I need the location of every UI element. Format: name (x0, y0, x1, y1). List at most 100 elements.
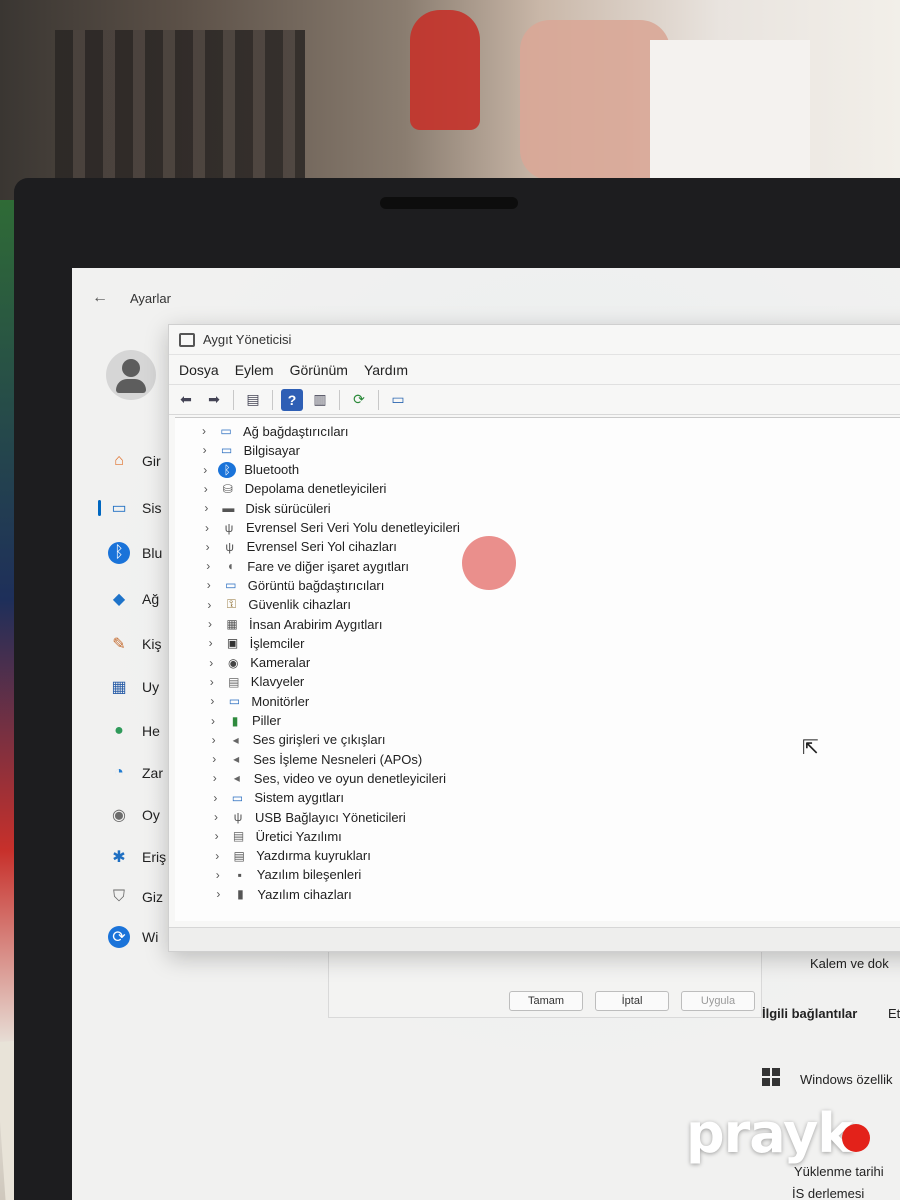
pen-link[interactable]: Kalem ve dok (810, 956, 889, 971)
device-category-label: Üretici Yazılımı (255, 828, 342, 844)
update-driver-icon[interactable]: ⟳ (348, 389, 370, 411)
device-category[interactable]: › ◂ Ses girişleri ve çıkışları (209, 731, 386, 749)
settings-title: Ayarlar (130, 290, 171, 306)
sidebar-item-system[interactable]: ▭ Sis (72, 493, 182, 523)
chevron-right-icon[interactable]: › (204, 598, 214, 612)
chevron-right-icon[interactable]: › (200, 443, 210, 457)
cancel-button[interactable]: İptal (595, 991, 669, 1011)
sidebar-item-bluetooth[interactable]: ᛒ Blu (72, 538, 182, 568)
device-category[interactable]: › ▪ Yazılım bileşenleri (213, 866, 362, 884)
device-category[interactable]: › ▭ Görüntü bağdaştırıcıları (204, 576, 385, 594)
device-category[interactable]: › ⚿ Güvenlik cihazları (204, 596, 351, 614)
properties-dialog: Tamam İptal Uygula (328, 950, 762, 1018)
chevron-right-icon[interactable]: › (207, 675, 217, 689)
device-category[interactable]: › ▮ Yazılım cihazları (213, 885, 351, 903)
back-icon[interactable]: ⬅ (175, 389, 197, 411)
sidebar-item-personalization[interactable]: ✎ Kiş (72, 629, 182, 659)
forward-icon[interactable]: ➡ (203, 389, 225, 411)
chevron-right-icon[interactable]: › (206, 636, 216, 650)
device-category[interactable]: › ▤ Klavyeler (207, 673, 304, 691)
device-category[interactable]: › ▭ Bilgisayar (200, 441, 300, 459)
device-category[interactable]: › ▬ Disk sürücüleri (201, 499, 330, 517)
sidebar-item-network[interactable]: ◆ Ağ (72, 584, 182, 614)
sidebar-item-windows-update[interactable]: ⟳ Wi (72, 922, 182, 952)
device-category[interactable]: › ⛁ Depolama denetleyicileri (201, 480, 387, 498)
device-category[interactable]: › ᛒ Bluetooth (200, 461, 299, 479)
sidebar-item-gaming[interactable]: ◉ Oy (72, 800, 182, 830)
device-category[interactable]: › ◖ Fare ve diğer işaret aygıtları (203, 557, 409, 575)
chevron-right-icon[interactable]: › (213, 868, 223, 882)
related-more[interactable]: Et (888, 1006, 900, 1021)
chevron-right-icon[interactable]: › (199, 424, 209, 438)
toolbar-divider (272, 389, 273, 410)
menu-eylem[interactable]: Eylem (235, 362, 274, 378)
chevron-right-icon[interactable]: › (205, 617, 215, 631)
chevron-right-icon[interactable]: › (209, 752, 219, 766)
sidebar-item-home[interactable]: ⌂ Gir (72, 446, 182, 476)
device-category[interactable]: › ψ USB Bağlayıcı Yöneticileri (211, 808, 406, 826)
sidebar-item-time[interactable]: ◔ Zar (72, 758, 182, 788)
chevron-right-icon[interactable]: › (212, 829, 222, 843)
chevron-right-icon[interactable]: › (206, 656, 216, 670)
menu-yardım[interactable]: Yardım (364, 362, 408, 378)
device-category[interactable]: › ◂ Ses İşleme Nesneleri (APOs) (209, 750, 422, 768)
home-icon: ⌂ (114, 452, 124, 469)
properties-icon[interactable]: ▤ (242, 389, 264, 411)
device-category-label: Evrensel Seri Veri Yolu denetleyicileri (246, 520, 460, 535)
help-icon[interactable]: ? (281, 388, 303, 411)
device-icon: ▭ (231, 790, 244, 805)
laptop-screen: ← Ayarlar ⌂ Gir ▭ Sis ᛒ Blu ◆ Ağ ✎ Kiş ▦ Uy ● He ◔ Zar ◉… (72, 268, 900, 1200)
chevron-right-icon[interactable]: › (210, 791, 220, 805)
device-category[interactable]: › ▮ Piller (208, 712, 281, 730)
device-category-label: Yazılım bileşenleri (256, 867, 362, 883)
chevron-right-icon[interactable]: › (208, 714, 218, 728)
device-category-label: Sistem aygıtları (254, 790, 344, 806)
device-category-label: Kameralar (250, 655, 311, 671)
chevron-right-icon[interactable]: › (201, 482, 211, 496)
sidebar-item-accounts[interactable]: ● He (72, 716, 182, 746)
device-category[interactable]: › ψ Evrensel Seri Veri Yolu denetleyiciler… (202, 519, 460, 537)
device-category[interactable]: › ▤ Yazdırma kuyrukları (212, 847, 371, 865)
chevron-right-icon[interactable]: › (213, 887, 223, 901)
device-category-label: Depolama denetleyicileri (244, 481, 387, 497)
windows-update-icon: ⟳ (108, 926, 130, 948)
sidebar-item-privacy[interactable]: ⛉ Giz (72, 882, 182, 912)
avatar[interactable] (106, 350, 156, 400)
sidebar-item-label: Wi (142, 929, 159, 945)
chevron-right-icon[interactable]: › (211, 810, 221, 824)
device-category[interactable]: › ▣ İşlemciler (206, 634, 305, 652)
chevron-right-icon[interactable]: › (212, 849, 222, 863)
device-category[interactable]: › ▤ Üretici Yazılımı (212, 827, 342, 845)
chevron-right-icon[interactable]: › (200, 463, 210, 477)
toolbar-divider (339, 389, 340, 410)
device-category[interactable]: › ◉ Kameralar (206, 654, 310, 672)
chevron-right-icon[interactable]: › (203, 540, 213, 554)
back-arrow-icon[interactable]: ← (92, 289, 108, 307)
chevron-right-icon[interactable]: › (209, 733, 219, 747)
scan-hardware-icon[interactable]: ▭ (387, 389, 409, 411)
chevron-right-icon[interactable]: › (201, 501, 211, 515)
device-category[interactable]: › ▭ Sistem aygıtları (210, 789, 344, 807)
view-icon[interactable]: ▥ (309, 389, 331, 411)
device-icon: ᛒ (218, 461, 237, 478)
device-category[interactable]: › ◂ Ses, video ve oyun denetleyicileri (210, 769, 446, 787)
chevron-right-icon[interactable]: › (203, 559, 213, 573)
device-category[interactable]: › ψ Evrensel Seri Yol cihazları (203, 538, 397, 556)
sidebar-item-accessibility[interactable]: ✱ Eriş (72, 842, 182, 872)
device-category[interactable]: › ▭ Ağ bağdaştırıcıları (199, 422, 349, 440)
sidebar-item-label: Zar (142, 765, 163, 781)
chevron-right-icon[interactable]: › (207, 694, 217, 708)
menu-görünüm[interactable]: Görünüm (290, 362, 348, 378)
device-category-label: Ses, video ve oyun denetleyicileri (253, 770, 447, 786)
device-icon: ▭ (220, 443, 233, 458)
chevron-right-icon[interactable]: › (202, 521, 212, 535)
chevron-right-icon[interactable]: › (210, 771, 220, 785)
ok-button[interactable]: Tamam (509, 991, 583, 1011)
dm-statusbar (169, 927, 900, 951)
device-category[interactable]: › ▦ İnsan Arabirim Aygıtları (205, 615, 382, 633)
sidebar-item-apps[interactable]: ▦ Uy (72, 672, 182, 702)
chevron-right-icon[interactable]: › (204, 578, 214, 592)
windows-spec-label[interactable]: Windows özellik (800, 1072, 892, 1087)
menu-dosya[interactable]: Dosya (179, 362, 219, 378)
device-category[interactable]: › ▭ Monitörler (207, 692, 309, 710)
